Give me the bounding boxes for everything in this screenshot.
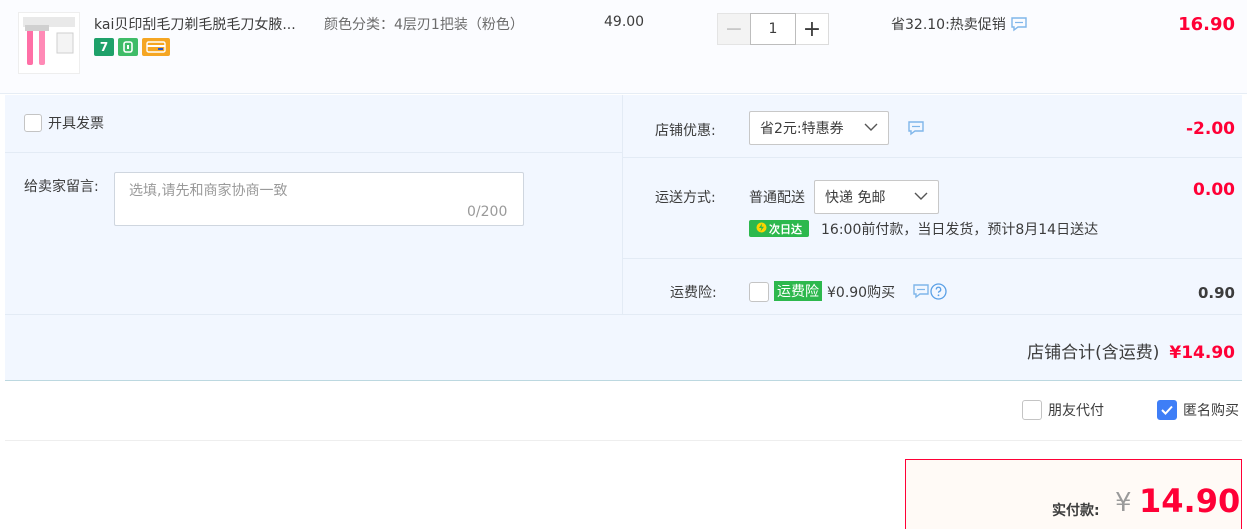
next-day-badge: 次日达 [749,220,809,237]
payment-label: 实付款: [1052,503,1100,519]
anonymous-checkbox[interactable] [1157,400,1177,420]
shipping-method: 普通配送 [749,190,805,206]
credit-card-icon[interactable] [142,38,170,56]
insurance-tag: 运费险 [774,281,822,301]
quantity-input[interactable]: 1 [750,13,796,45]
shipping-amount: 0.00 [1193,180,1235,200]
chevron-down-icon [914,189,928,205]
chat-bubble-icon[interactable] [907,120,925,140]
seller-message-label: 给卖家留言: [24,179,99,195]
chevron-down-icon [864,120,878,136]
product-subtotal: 16.90 [1178,14,1235,35]
product-unit-price: 49.00 [604,14,645,30]
anonymous-purchase-option: 匿名购买 [1157,400,1239,420]
panel-divider [623,258,1242,259]
store-discount-amount: -2.00 [1186,119,1235,139]
quantity-increase-button[interactable]: + [795,13,829,45]
seller-message-placeholder: 选填,请先和商家协商一致 [129,183,288,199]
section-divider [5,440,1242,441]
anonymous-label: 匿名购买 [1183,403,1239,419]
product-sku: 颜色分类：4层刃1把装（粉色） [324,17,524,33]
check-icon [1161,405,1173,415]
panel-divider [623,157,1242,158]
invoice-option: 开具发票 [24,113,104,133]
friend-pay-label: 朋友代付 [1048,403,1104,419]
payment-currency: ¥ [1115,488,1132,518]
promotion-info: 省32.10:热卖促销 [891,14,1028,34]
shipping-select[interactable]: 快递 免邮 [814,180,939,214]
product-thumbnail[interactable] [18,12,80,74]
seven-day-return-icon[interactable]: 7 [94,38,114,56]
quantity-stepper: − 1 + [717,13,829,45]
store-total-value: ¥14.90 [1169,343,1235,363]
chat-bubble-icon[interactable] [1010,16,1028,32]
service-badges: 7 [94,38,170,56]
help-icon[interactable] [930,283,947,304]
panel-divider [622,95,623,315]
quality-guarantee-icon[interactable] [118,38,138,56]
friend-pay-checkbox[interactable] [1022,400,1042,420]
invoice-checkbox[interactable] [24,114,42,132]
promotion-text: 省32.10:热卖促销 [891,17,1006,33]
chat-bubble-icon[interactable] [912,283,930,303]
store-total: 店铺合计(含运费) ¥14.90 [1027,338,1235,363]
store-total-label: 店铺合计(含运费) [1027,343,1160,363]
store-discount-value: 省2元:特惠券 [760,121,844,137]
delivery-note: 16:00前付款，当日发货，预计8月14日送达 [821,222,1099,238]
product-title[interactable]: kai贝印刮毛刀剃毛脱毛刀女腋... [94,14,296,34]
friend-pay-option: 朋友代付 [1022,400,1104,420]
insurance-price: ¥0.90购买 [827,285,896,301]
shipping-label: 运送方式: [655,190,716,206]
seller-message-counter: 0/200 [467,204,508,220]
lightning-icon [756,222,767,236]
insurance-amount: 0.90 [1197,284,1235,302]
panel-divider [5,152,622,153]
payment-amount: 14.90 [1139,482,1241,520]
quantity-decrease-button[interactable]: − [717,13,751,45]
insurance-label: 运费险: [670,285,717,301]
invoice-label: 开具发票 [48,116,104,132]
shipping-value: 快递 免邮 [825,190,886,206]
insurance-checkbox[interactable] [749,282,769,302]
store-discount-label: 店铺优惠: [655,123,716,139]
store-discount-select[interactable]: 省2元:特惠券 [749,111,889,145]
panel-divider [5,314,1242,315]
